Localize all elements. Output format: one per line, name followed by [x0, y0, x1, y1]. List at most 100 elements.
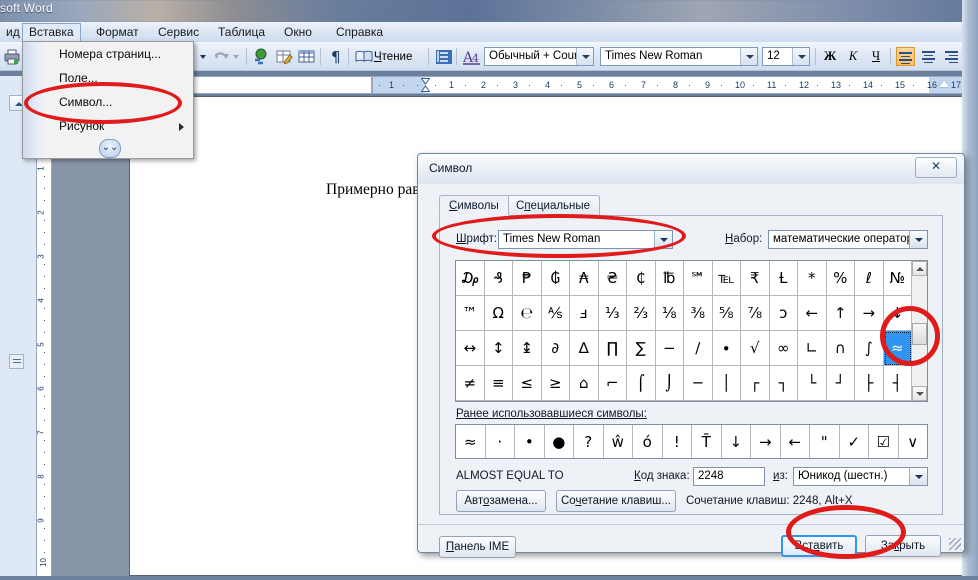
tables-borders-icon[interactable]	[274, 47, 294, 66]
menu-item-window[interactable]: Окно	[278, 24, 318, 40]
symbol-cell[interactable]: ∂	[541, 331, 570, 366]
symbol-cell[interactable]: ≤	[513, 366, 542, 401]
symbol-cell[interactable]: ∕	[684, 331, 713, 366]
symbol-cell[interactable]: ℓ	[855, 261, 884, 296]
symbol-cell[interactable]: ₳	[570, 261, 599, 296]
recent-symbol-cell[interactable]: ✓	[840, 425, 869, 458]
recent-symbol-cell[interactable]: →	[751, 425, 781, 458]
menu-item-format[interactable]: Формат	[90, 24, 145, 40]
insert-table-icon[interactable]	[296, 47, 316, 66]
align-center-button[interactable]	[919, 47, 938, 66]
symbol-cell[interactable]: ⅛	[655, 296, 684, 331]
recent-symbol-cell[interactable]: ☑	[869, 425, 899, 458]
symbol-cell[interactable]: ∩	[826, 331, 855, 366]
indent-marker[interactable]	[939, 80, 949, 87]
recent-symbol-cell[interactable]: T̄	[692, 425, 722, 458]
symbol-cell[interactable]: ∆	[570, 331, 599, 366]
symbol-cell[interactable]: ∙	[712, 331, 741, 366]
close-icon[interactable]: ✕	[915, 157, 957, 178]
symbol-cell[interactable]: ←	[798, 296, 827, 331]
line-spacing-icon[interactable]	[434, 47, 454, 66]
insert-dropdown-menu[interactable]: Номера страниц... Поле... Символ... Рису…	[22, 41, 194, 159]
symbol-cell[interactable]: ∞	[769, 331, 798, 366]
symbol-grid[interactable]: ₯ ₰ ₱ ₲ ₳ ₴ ₵ ℔ ℠ ℡ ₹ Ƚ * % ℓ № ™ Ω ℮ ⅍ …	[455, 260, 928, 402]
show-formatting-icon[interactable]: ¶	[326, 47, 346, 66]
symbol-cell[interactable]: ≠	[456, 366, 485, 401]
symbol-cell[interactable]: ⅔	[627, 296, 656, 331]
chevron-down-icon[interactable]	[909, 231, 927, 248]
font-size-combo[interactable]: 12	[762, 47, 810, 66]
chevron-down-icon[interactable]	[909, 468, 927, 485]
recent-symbol-cell[interactable]: •	[515, 425, 545, 458]
recent-symbol-cell[interactable]: ↓	[722, 425, 751, 458]
symbol-cell[interactable]: ⅎ	[570, 296, 599, 331]
menu-item-help[interactable]: Справка	[330, 24, 389, 40]
symbol-cell[interactable]: %	[826, 261, 855, 296]
symbol-cell[interactable]: └	[798, 366, 827, 401]
recent-symbol-cell[interactable]: ●	[545, 425, 574, 458]
recent-symbol-cell[interactable]: ∨	[899, 425, 928, 458]
scroll-down-button[interactable]	[912, 386, 927, 401]
resize-grip[interactable]	[949, 538, 961, 550]
symbol-cell[interactable]: ↄ	[769, 296, 798, 331]
recent-symbol-cell[interactable]: ≈	[456, 425, 486, 458]
reading-mode-label[interactable]: ЧЧтениетение	[374, 46, 426, 67]
first-line-indent-marker[interactable]	[420, 78, 431, 92]
menu-item-service[interactable]: Сервис	[152, 24, 205, 40]
menu-item-symbol[interactable]: Символ...	[23, 90, 193, 114]
styles-icon[interactable]: A4	[462, 47, 482, 66]
chevron-down-icon[interactable]	[740, 48, 757, 65]
symbol-cell[interactable]: ℮	[513, 296, 542, 331]
symbol-cell[interactable]: ₲	[541, 261, 570, 296]
symbol-cell[interactable]: ⌂	[570, 366, 599, 401]
symbol-cell[interactable]: ↑	[826, 296, 855, 331]
recent-symbol-cell[interactable]: ←	[781, 425, 810, 458]
symbol-cell[interactable]: ↕	[484, 331, 513, 366]
symbol-cell[interactable]: ⌡	[655, 366, 684, 401]
subset-select[interactable]: математические операторы	[768, 230, 928, 249]
symbol-cell[interactable]: Ƚ	[769, 261, 798, 296]
ime-panel-button[interactable]: Панель IME	[439, 536, 516, 558]
symbol-cell[interactable]: ∟	[798, 331, 827, 366]
chevron-double-down-icon[interactable]: ⌄⌄	[99, 139, 121, 158]
from-select[interactable]: Юникод (шестн.)	[793, 467, 928, 486]
chevron-down-icon[interactable]	[576, 48, 593, 65]
symbol-cell[interactable]: ┤	[883, 366, 912, 401]
outline-toggle-button[interactable]	[9, 354, 24, 369]
symbol-cell[interactable]: │	[712, 366, 741, 401]
symbol-cell[interactable]: ℠	[684, 261, 713, 296]
symbol-dialog[interactable]: Символ ✕ Символы Специальные знаки Симво…	[417, 153, 965, 558]
recent-symbol-cell[interactable]: ó	[633, 425, 663, 458]
recent-symbol-cell[interactable]: !	[663, 425, 692, 458]
symbol-cell[interactable]: №	[883, 261, 912, 296]
scrollbar-thumb[interactable]	[912, 323, 927, 345]
align-left-button[interactable]	[896, 47, 915, 66]
vertical-ruler[interactable]: 1 2 3 4 5 6 7 8 9 10	[36, 96, 52, 576]
symbol-cell[interactable]: ₱	[513, 261, 542, 296]
symbol-cell[interactable]: ├	[855, 366, 884, 401]
menu-expander[interactable]: ⌄⌄	[23, 138, 193, 158]
symbol-cell[interactable]: ₵	[627, 261, 656, 296]
symbol-cell[interactable]: ↓	[883, 296, 912, 331]
symbol-cell[interactable]: ↔	[456, 331, 485, 366]
symbol-cell[interactable]: ℡	[712, 261, 741, 296]
symbol-cell[interactable]: ⅞	[741, 296, 770, 331]
symbol-cell[interactable]: →	[855, 296, 884, 331]
recent-symbols-grid[interactable]: ≈ · • ● ? ŵ ó ! T̄ ↓ → ← " ✓ ☑ ∨	[455, 424, 928, 459]
recent-symbol-cell[interactable]: ?	[574, 425, 604, 458]
undo-dropdown-icon[interactable]	[198, 47, 208, 66]
shortcut-key-button[interactable]: Сочетание клавиш...	[556, 490, 676, 512]
bold-button[interactable]: Ж	[820, 46, 840, 67]
symbol-cell[interactable]: ™	[456, 296, 485, 331]
menu-item-picture[interactable]: Рисунок	[23, 114, 193, 138]
symbol-cell[interactable]: ⅍	[541, 296, 570, 331]
recent-symbol-cell[interactable]: "	[810, 425, 840, 458]
symbol-cell[interactable]: ⅓	[598, 296, 627, 331]
print-icon[interactable]	[2, 47, 22, 66]
charcode-input[interactable]: 2248	[693, 467, 765, 486]
chevron-down-icon[interactable]	[792, 48, 809, 65]
symbol-cell[interactable]: ₰	[484, 261, 513, 296]
menu-item-page-numbers[interactable]: Номера страниц...	[23, 42, 193, 66]
style-combo[interactable]: Обычный + Couri	[484, 47, 594, 66]
redo-dropdown-icon[interactable]	[231, 47, 241, 66]
